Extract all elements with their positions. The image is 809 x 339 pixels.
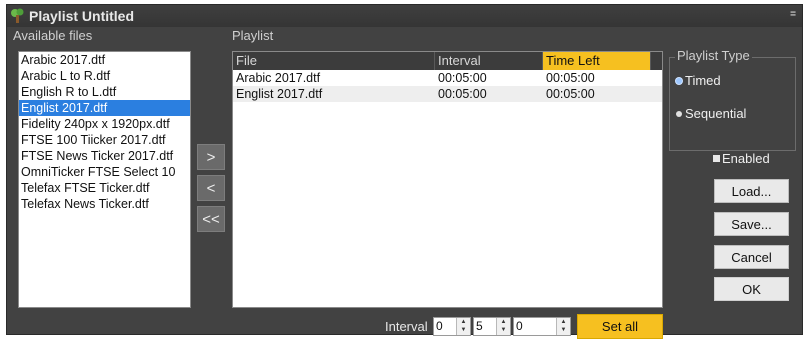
radio-unselected-icon (676, 110, 682, 117)
radio-selected-icon (676, 77, 682, 84)
interval-hours-spinner[interactable]: 0 ▲ ▼ (433, 317, 471, 336)
column-time-left[interactable]: Time Left (543, 52, 651, 70)
list-item[interactable]: English R to L.dtf (19, 84, 190, 100)
enabled-label: Enabled (722, 151, 770, 166)
enabled-checkbox[interactable]: Enabled (713, 151, 770, 166)
cell-file: Arabic 2017.dtf (236, 71, 321, 85)
minutes-value: 5 (476, 319, 483, 333)
table-row[interactable]: Englist 2017.dtf 00:05:00 00:05:00 (233, 86, 662, 102)
interval-seconds-spinner[interactable]: 0 ▲ ▼ (513, 317, 571, 336)
playlist-type-group (669, 57, 796, 151)
add-to-playlist-button[interactable]: > (197, 144, 225, 170)
seconds-value: 0 (516, 319, 523, 333)
cell-interval: 00:05:00 (438, 71, 487, 85)
playlist-table[interactable]: File Interval Time Left Arabic 2017.dtf 0… (232, 51, 663, 308)
playlist-header: File Interval Time Left (233, 52, 662, 70)
hours-value: 0 (436, 319, 443, 333)
list-item[interactable]: FTSE News Ticker 2017.dtf (19, 148, 190, 164)
cell-time-left: 00:05:00 (546, 87, 595, 101)
list-item[interactable]: Arabic 2017.dtf (19, 52, 190, 68)
window-menu-button[interactable]: = (790, 9, 796, 20)
available-files-label: Available files (13, 28, 93, 43)
interval-minutes-spinner[interactable]: 5 ▲ ▼ (473, 317, 511, 336)
cell-time-left: 00:05:00 (546, 71, 595, 85)
list-item[interactable]: Fidelity 240px x 1920px.dtf (19, 116, 190, 132)
window-title: Playlist Untitled (29, 8, 135, 24)
interval-label: Interval (385, 319, 428, 334)
app-icon (9, 8, 27, 24)
timed-label: Timed (685, 73, 721, 88)
save-button[interactable]: Save... (714, 212, 789, 236)
remove-from-playlist-button[interactable]: < (197, 175, 225, 201)
playlist-label: Playlist (232, 28, 274, 43)
timed-radio[interactable]: Timed (676, 73, 721, 88)
playlist-window: Playlist Untitled = Available files Arab… (6, 4, 803, 339)
list-item[interactable]: Englist 2017.dtf (19, 100, 190, 116)
table-row[interactable]: Arabic 2017.dtf 00:05:00 00:05:00 (233, 70, 662, 86)
checkbox-icon (713, 155, 720, 162)
set-all-button[interactable]: Set all (577, 314, 663, 339)
cell-file: Englist 2017.dtf (236, 87, 323, 101)
ok-button[interactable]: OK (714, 277, 789, 301)
sequential-radio[interactable]: Sequential (676, 106, 746, 121)
spin-arrows-icon[interactable]: ▲ ▼ (496, 318, 510, 335)
spin-arrows-icon[interactable]: ▲ ▼ (556, 318, 570, 335)
title-bar[interactable]: Playlist Untitled = (7, 5, 802, 27)
cancel-button[interactable]: Cancel (714, 245, 789, 269)
column-file[interactable]: File (233, 52, 435, 70)
playlist-type-label: Playlist Type (675, 48, 752, 63)
list-item[interactable]: Telefax News Ticker.dtf (19, 196, 190, 212)
load-button[interactable]: Load... (714, 179, 789, 203)
cell-interval: 00:05:00 (438, 87, 487, 101)
available-files-list[interactable]: Arabic 2017.dtf Arabic L to R.dtf English … (18, 51, 191, 308)
list-item[interactable]: Telefax FTSE Ticker.dtf (19, 180, 190, 196)
list-item[interactable]: OmniTicker FTSE Select 10 (19, 164, 190, 180)
column-interval[interactable]: Interval (435, 52, 543, 70)
spin-arrows-icon[interactable]: ▲ ▼ (456, 318, 470, 335)
playlist-rows: Arabic 2017.dtf 00:05:00 00:05:00 Englist 2… (233, 70, 662, 102)
list-item[interactable]: FTSE 100 Tiicker 2017.dtf (19, 132, 190, 148)
sequential-label: Sequential (685, 106, 747, 121)
remove-all-button[interactable]: << (197, 206, 225, 232)
list-item[interactable]: Arabic L to R.dtf (19, 68, 190, 84)
